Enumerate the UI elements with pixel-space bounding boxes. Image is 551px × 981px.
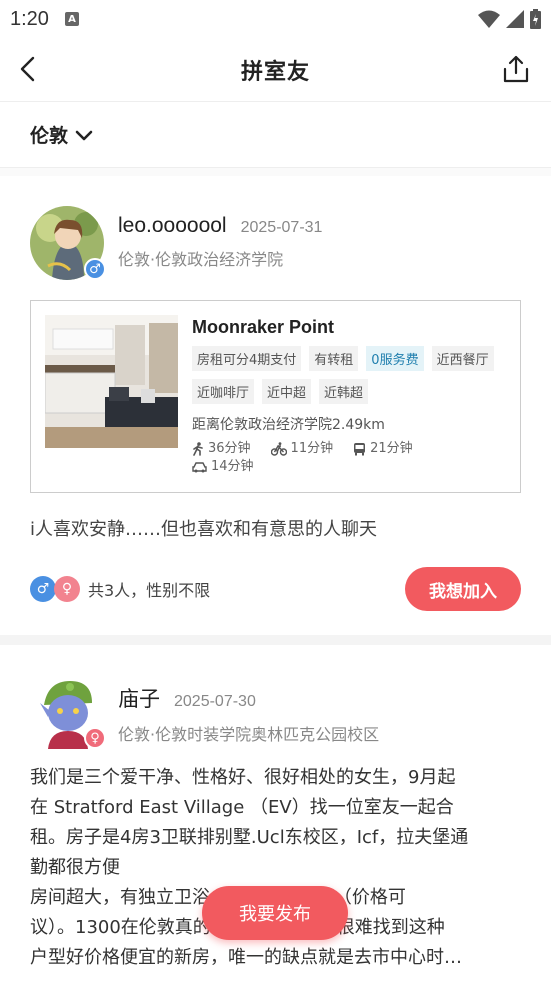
post-header: ♀ 庙子 2025-07-30 伦敦·伦敦时装学院奥林匹克公园校区 — [30, 675, 521, 749]
car-icon — [192, 462, 207, 473]
join-button[interactable]: 我想加入 — [405, 567, 521, 611]
page-title: 拼室友 — [240, 59, 310, 85]
female-icon: ♀ — [54, 576, 80, 602]
walk-time: 36分钟 — [208, 441, 251, 456]
bus-time: 21分钟 — [370, 441, 413, 456]
property-name: Moonraker Point — [192, 317, 335, 337]
post-date: 2025-07-30 — [174, 693, 256, 710]
wifi-icon — [478, 10, 500, 28]
walk-icon — [193, 442, 203, 456]
property-photo — [45, 315, 178, 448]
roommate-post[interactable]: ♂ leo.ooooool 2025-07-31 伦敦·伦敦政治经济学院 Moo… — [0, 176, 551, 635]
property-tags: 房租可分4期支付 有转租 0服务费 近西餐厅 近咖啡厅 近中超 近韩超 — [192, 346, 506, 404]
people-count: 共3人，性别不限 — [88, 581, 211, 600]
status-bar: 1:20 A — [0, 0, 551, 38]
bike-icon — [270, 442, 287, 456]
city-filter[interactable]: 伦敦 — [0, 102, 551, 168]
post-text-line: 租。房子是4房3卫联排别墅.Ucl东校区，Icf，拉夫堡通 — [30, 827, 469, 848]
post-header: ♂ leo.ooooool 2025-07-31 伦敦·伦敦政治经济学院 — [30, 206, 521, 280]
male-icon: ♂ — [84, 258, 106, 280]
school-location: 伦敦·伦敦政治经济学院 — [118, 250, 284, 269]
tag: 有转租 — [309, 346, 359, 371]
divider — [0, 168, 551, 176]
bus-icon — [354, 443, 366, 456]
tag: 近西餐厅 — [431, 346, 494, 371]
property-card[interactable]: Moonraker Point 房租可分4期支付 有转租 0服务费 近西餐厅 近… — [30, 300, 521, 493]
publish-button[interactable]: 我要发布 — [202, 886, 348, 940]
back-icon[interactable] — [14, 54, 44, 84]
post-footer: ♂ ♀ 共3人，性别不限 我想加入 — [30, 567, 521, 611]
tag: 近中超 — [262, 379, 312, 404]
username[interactable]: 庙子 — [118, 683, 160, 713]
post-text-line: 我们是三个爱干净、性格好、很好相处的女生，9月起 — [30, 767, 456, 788]
distance: 距离伦敦政治经济学院2.49km — [192, 417, 385, 433]
notification-icon: A — [64, 12, 79, 26]
post-text-line: 在 Stratford East Village （EV）找一位室友一起合 — [30, 797, 454, 818]
share-icon[interactable] — [501, 54, 531, 84]
school-location: 伦敦·伦敦时装学院奥林匹克公园校区 — [118, 725, 380, 744]
car-time: 14分钟 — [211, 459, 254, 474]
tag: 近韩超 — [319, 379, 369, 404]
avatar[interactable]: ♂ — [30, 206, 106, 280]
bike-time: 11分钟 — [290, 441, 334, 456]
tag: 房租可分4期支付 — [192, 346, 302, 371]
city-filter-label: 伦敦 — [30, 125, 69, 147]
male-icon: ♂ — [30, 576, 56, 602]
commute-times: 36分钟 11分钟 21分钟 14分钟 — [192, 440, 506, 476]
post-body: 我们是三个爱干净、性格好、很好相处的女生，9月起 在 Stratford Eas… — [30, 763, 521, 973]
post-date: 2025-07-31 — [240, 219, 323, 236]
gender-icons: ♂ ♀ — [30, 576, 80, 602]
nav-bar: 拼室友 — [0, 38, 551, 102]
avatar[interactable]: ♀ — [30, 675, 106, 749]
status-time: 1:20 — [10, 7, 49, 30]
status-icons — [478, 9, 541, 29]
divider — [0, 635, 551, 645]
post-text-line: 勤都很方便 — [30, 857, 120, 878]
tag-service-fee: 0服务费 — [366, 346, 424, 371]
female-icon: ♀ — [84, 727, 106, 749]
post-description: i人喜欢安静……但也喜欢和有意思的人聊天 — [30, 519, 377, 540]
tag: 近咖啡厅 — [192, 379, 255, 404]
signal-icon — [506, 10, 524, 28]
post-text-line: 户型好价格便宜的新房，唯一的缺点就是去市中心时… — [30, 947, 462, 968]
battery-icon — [530, 9, 541, 29]
username[interactable]: leo.ooooool — [118, 214, 227, 238]
chevron-down-icon — [75, 130, 93, 140]
